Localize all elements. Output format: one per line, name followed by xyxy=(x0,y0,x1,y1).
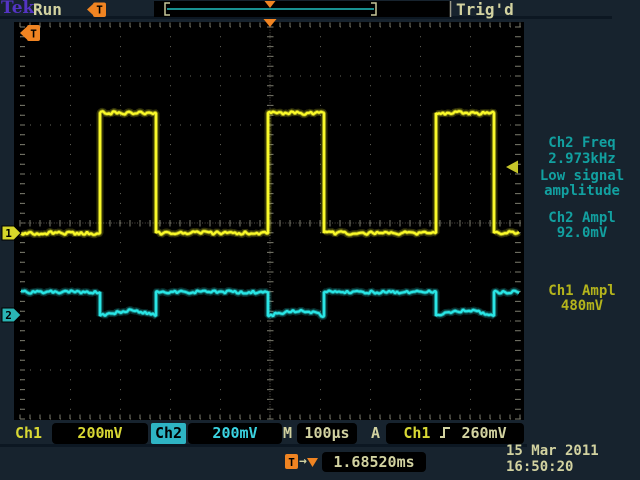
ch2-ampl-label: Ch2 Ampl xyxy=(524,211,640,226)
trigger-level-readout: 260mV xyxy=(461,423,506,444)
measurement-warning-line1: Low signal xyxy=(524,169,640,184)
ch2-freq-value: 2.973kHz xyxy=(524,152,640,167)
ch2-ampl-value: 92.0mV xyxy=(524,226,640,241)
horizontal-delay-readout: 1.68520ms xyxy=(322,452,426,472)
trigger-group-label: A xyxy=(371,423,380,444)
tek-logo: Tek xyxy=(1,0,34,18)
ch1-ampl-label: Ch1 Ampl xyxy=(524,284,640,299)
ch1-scale-readout: 200mV xyxy=(52,423,148,444)
svg-text:2: 2 xyxy=(5,309,12,322)
timebase-label: M xyxy=(283,423,292,444)
acquisition-status: Run xyxy=(33,0,62,19)
svg-text:T: T xyxy=(288,456,295,469)
trigger-readout: Ch1 260mV xyxy=(386,423,524,444)
ch2-scale-readout: 200mV xyxy=(188,423,282,444)
ch2-freq-label: Ch2 Freq xyxy=(524,136,640,151)
time-readout: 16:50:20 xyxy=(506,459,638,475)
trigger-status: Trig'd xyxy=(456,0,514,19)
ch2-label-badge: Ch2 xyxy=(151,423,186,444)
ch1-label: Ch1 xyxy=(15,423,42,444)
delay-marker-icon xyxy=(307,458,318,467)
ch1-ampl-value: 480mV xyxy=(524,299,640,314)
rising-edge-icon xyxy=(439,425,452,446)
trigger-source: Ch1 xyxy=(403,423,430,444)
svg-text:1: 1 xyxy=(5,227,12,240)
delay-arrow-icon: → xyxy=(299,454,307,469)
trigger-t-icon: T xyxy=(87,3,106,18)
timebase-readout: 100µs xyxy=(297,423,357,444)
svg-text:T: T xyxy=(96,4,103,17)
measurement-warning-line2: amplitude xyxy=(524,184,640,199)
svg-text:T: T xyxy=(30,28,37,41)
date-readout: 15 Mar 2011 xyxy=(506,443,638,459)
record-view-bar xyxy=(154,1,451,17)
